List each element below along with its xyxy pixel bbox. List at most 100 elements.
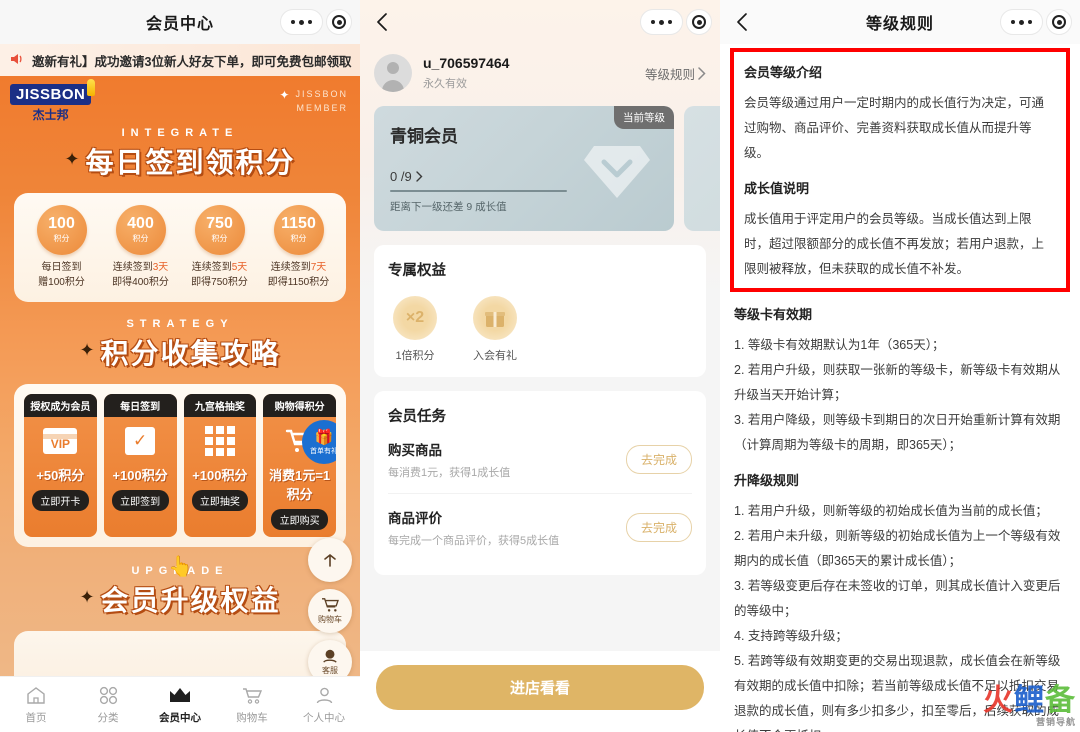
megaphone-icon: [9, 52, 25, 69]
cta-footer: 进店看看: [360, 651, 720, 732]
tab-profile-label: 个人中心: [303, 711, 345, 724]
coin-value: 750: [206, 215, 233, 232]
watermark: 火鲤备 营销导航: [983, 675, 1076, 728]
person-icon: [288, 685, 360, 707]
float-cart-button[interactable]: 购物车: [308, 589, 352, 633]
wechat-capsule: [280, 9, 352, 35]
tab-member-center-label: 会员中心: [159, 711, 201, 724]
coin-cap2: 即得750积分: [191, 276, 248, 288]
task-row: 商品评价 每完成一个商品评价，获得5成长值 去完成: [388, 493, 692, 561]
wechat-capsule: [1000, 9, 1072, 35]
strategy-item-shopping[interactable]: 购物得积分 消费1元=1积分 立即购买 🎁 首单有礼: [263, 394, 336, 537]
rule-body: 成长值用于评定用户的会员等级。当成长值达到上限时，超过限额部分的成长值不再发放；…: [744, 212, 1045, 276]
sparkle-icon: ✦: [79, 587, 97, 607]
section1-title: ✦ 每日签到领积分: [64, 147, 296, 178]
benefits-title: 专属权益: [388, 263, 446, 279]
rule-heading: 等级卡有效期: [734, 307, 813, 322]
tab-category-label: 分类: [97, 711, 119, 724]
more-dots-icon[interactable]: [640, 9, 683, 35]
task-name: 购买商品: [388, 443, 442, 458]
panel-member-center: 会员中心 邀新有礼】成功邀请3位新人好友下单，即可免费包邮领取 JISSBON …: [0, 0, 360, 732]
tab-profile[interactable]: 个人中心: [288, 685, 360, 725]
task-row: 购买商品 每消费1元，获得1成长值 去完成: [388, 426, 692, 493]
user-name: u_706597464: [423, 55, 510, 71]
rule-heading: 会员等级介绍: [744, 65, 823, 80]
member-mark-line2: MEMBER: [296, 102, 348, 113]
strategy-card: 授权成为会员 VIP +50积分 立即开卡 每日签到 +100积分 立即签到: [14, 384, 346, 547]
level-rule-link[interactable]: 等级规则: [645, 64, 706, 83]
notice-text: 邀新有礼】成功邀请3位新人好友下单，即可免费包邮领取: [32, 54, 352, 69]
target-circle-icon[interactable]: [326, 9, 352, 35]
coin-cap-highlight: 5天: [231, 262, 248, 273]
level-progress-bar: [390, 190, 567, 192]
coin-cap-highlight: 7天: [310, 262, 327, 273]
panel3-navbar: 等级规则: [720, 0, 1080, 44]
crown-icon: [144, 685, 216, 707]
tab-cart[interactable]: 购物车: [216, 685, 288, 725]
strategy-button[interactable]: 立即购买: [271, 509, 328, 530]
strategy-item-member[interactable]: 授权成为会员 VIP +50积分 立即开卡: [24, 394, 97, 537]
user-validity: 永久有效: [423, 78, 467, 90]
back-to-top-button[interactable]: [308, 538, 352, 582]
tab-home[interactable]: 首页: [0, 685, 72, 725]
watermark-char-3: 备: [1045, 684, 1076, 717]
strategy-button[interactable]: 立即抽奖: [191, 490, 249, 511]
back-chevron-icon[interactable]: [372, 11, 394, 33]
coin-cap1: 连续签到: [191, 262, 232, 273]
strategy-button[interactable]: 立即开卡: [32, 490, 89, 511]
coin-item: 750 积分 连续签到5天即得750积分: [180, 205, 259, 290]
current-level-card[interactable]: 当前等级 青铜会员 0 /9 距离下一级还差 9 成长值: [374, 106, 674, 231]
strategy-item-lottery[interactable]: 九宫格抽奖 +100积分 立即抽奖: [183, 394, 257, 537]
current-level-badge: 当前等级: [614, 106, 674, 129]
task-name: 商品评价: [388, 511, 442, 526]
section3-title: ✦ 会员升级权益: [79, 585, 281, 616]
coin-cap2: 即得1150积分: [267, 276, 330, 288]
coin-unit: 积分: [211, 234, 228, 243]
enter-store-button[interactable]: 进店看看: [376, 665, 704, 710]
cart-icon: [216, 685, 288, 707]
panel1-scroll[interactable]: JISSBON 杰士邦 ✦ JISSBON MEMBER INTEGRATE ✦…: [0, 76, 360, 688]
coin-unit: 积分: [132, 234, 149, 243]
target-circle-icon[interactable]: [1046, 9, 1072, 35]
rules-content[interactable]: 会员等级介绍 会员等级通过用户一定时期内的成长值行为决定，可通过购物、商品评价、…: [720, 44, 1080, 732]
task-action-button[interactable]: 去完成: [625, 445, 692, 474]
more-dots-icon[interactable]: [280, 9, 323, 35]
coin-value: 400: [127, 215, 154, 232]
coin-unit: 积分: [290, 234, 307, 243]
benefit-item[interactable]: 入会有礼: [468, 296, 522, 363]
strategy-grid: 授权成为会员 VIP +50积分 立即开卡 每日签到 +100积分 立即签到: [22, 394, 338, 537]
strategy-points: 消费1元=1积分: [269, 468, 331, 502]
tab-cart-label: 购物车: [236, 711, 268, 724]
gift-box-icon: 🎁: [314, 429, 334, 446]
strategy-points: +100积分: [192, 468, 248, 483]
benefit-item[interactable]: ×2 1倍积分: [388, 296, 442, 363]
more-dots-icon[interactable]: [1000, 9, 1043, 35]
back-chevron-icon[interactable]: [732, 11, 754, 33]
tab-member-center[interactable]: 会员中心: [144, 685, 216, 725]
next-level-card[interactable]: [684, 106, 720, 231]
member-mark-line1: JISSBON: [295, 89, 348, 99]
strategy-points: +50积分: [36, 468, 85, 483]
task-action-button[interactable]: 去完成: [625, 513, 692, 542]
panel2-navbar: [360, 0, 720, 44]
strategy-item-signin[interactable]: 每日签到 +100积分 立即签到: [103, 394, 177, 537]
float-service-label: 客服: [322, 666, 338, 675]
target-circle-icon[interactable]: [686, 9, 712, 35]
grid-category-icon: [72, 685, 144, 707]
coin-cap2: 赠100积分: [38, 276, 85, 288]
rule-heading: 成长值说明: [744, 181, 810, 196]
section1-eyebrow: INTEGRATE: [121, 127, 239, 139]
three-panel-screenshot: 会员中心 邀新有礼】成功邀请3位新人好友下单，即可免费包邮领取 JISSBON …: [0, 0, 1080, 732]
coin-row: 100 积分 每日签到 赠100积分 400 积分 连续签到3天 即得400积分 750…: [22, 205, 338, 290]
panel-level-rules: 等级规则 会员等级介绍 会员等级通过用户一定时期内的成长值行为决定，可通过购物、…: [720, 0, 1080, 732]
strategy-button[interactable]: 立即签到: [111, 490, 169, 511]
default-avatar-icon[interactable]: [374, 54, 412, 92]
chevron-right-icon: [698, 66, 706, 80]
promo-notice-bar[interactable]: 邀新有礼】成功邀请3位新人好友下单，即可免费包邮领取: [0, 44, 360, 76]
level-card-carousel[interactable]: 当前等级 青铜会员 0 /9 距离下一级还差 9 成长值: [360, 106, 720, 231]
coin-cap1: 连续签到: [270, 262, 311, 273]
tab-category[interactable]: 分类: [72, 685, 144, 725]
panel1-navbar: 会员中心: [0, 0, 360, 44]
calendar-check-icon: [104, 421, 177, 461]
multiplier-points-icon: ×2: [393, 296, 437, 340]
